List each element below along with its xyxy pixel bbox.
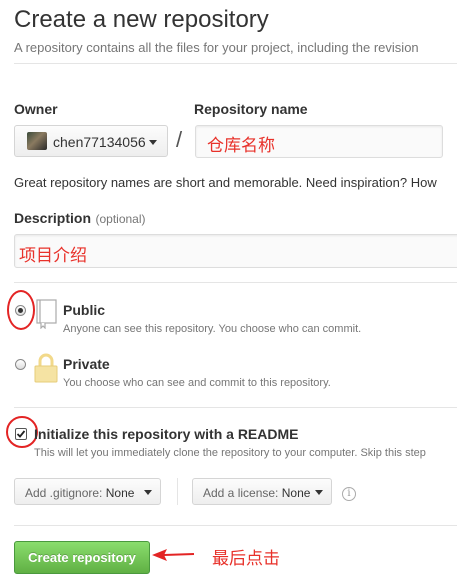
page-title: Create a new repository xyxy=(14,6,269,33)
license-value: None xyxy=(281,486,311,500)
private-radio[interactable] xyxy=(15,359,26,370)
description-value: 项目介绍 xyxy=(19,246,87,265)
public-radio[interactable] xyxy=(15,305,26,316)
repo-name-value: 仓库名称 xyxy=(207,136,275,155)
arrow-icon xyxy=(150,548,196,567)
description-input[interactable]: 项目介绍 xyxy=(14,234,457,268)
license-label: Add a license: xyxy=(203,486,279,500)
owner-repo-separator: / xyxy=(176,127,183,152)
public-description: Anyone can see this repository. You choo… xyxy=(63,323,362,335)
readme-description: This will let you immediately clone the … xyxy=(34,447,426,459)
lock-icon xyxy=(33,352,59,389)
chevron-down-icon xyxy=(315,490,323,495)
repo-name-label: Repository name xyxy=(194,101,308,117)
divider xyxy=(177,478,178,505)
chevron-down-icon xyxy=(149,140,157,145)
divider xyxy=(14,525,457,526)
create-repository-button[interactable]: Create repository xyxy=(14,541,150,574)
divider xyxy=(14,63,457,64)
divider xyxy=(14,407,457,408)
repo-name-input[interactable]: 仓库名称 xyxy=(195,125,443,158)
gitignore-select[interactable]: Add .gitignore: None xyxy=(14,478,161,505)
page-subtitle: A repository contains all the files for … xyxy=(14,40,419,55)
info-icon[interactable]: i xyxy=(342,487,356,501)
owner-select[interactable]: chen77134056 xyxy=(14,125,168,157)
readme-checkbox[interactable] xyxy=(15,428,27,440)
public-title: Public xyxy=(63,302,106,318)
annotation-text: 最后点击 xyxy=(212,549,280,568)
avatar xyxy=(27,132,47,150)
repo-name-hint: Great repository names are short and mem… xyxy=(14,175,437,190)
chevron-down-icon xyxy=(144,490,152,495)
owner-label: Owner xyxy=(14,101,58,117)
book-icon xyxy=(34,297,58,334)
description-optional: (optional) xyxy=(95,212,146,226)
divider xyxy=(14,282,457,283)
description-label: Description xyxy=(14,210,92,226)
gitignore-label: Add .gitignore: xyxy=(25,486,103,500)
private-description: You choose who can see and commit to thi… xyxy=(63,377,331,389)
gitignore-value: None xyxy=(105,486,135,500)
private-title: Private xyxy=(63,356,110,372)
owner-name: chen77134056 xyxy=(53,134,146,150)
description-label-row: Description (optional) xyxy=(14,210,146,228)
license-select[interactable]: Add a license: None xyxy=(192,478,332,505)
readme-title: Initialize this repository with a README xyxy=(34,426,299,442)
